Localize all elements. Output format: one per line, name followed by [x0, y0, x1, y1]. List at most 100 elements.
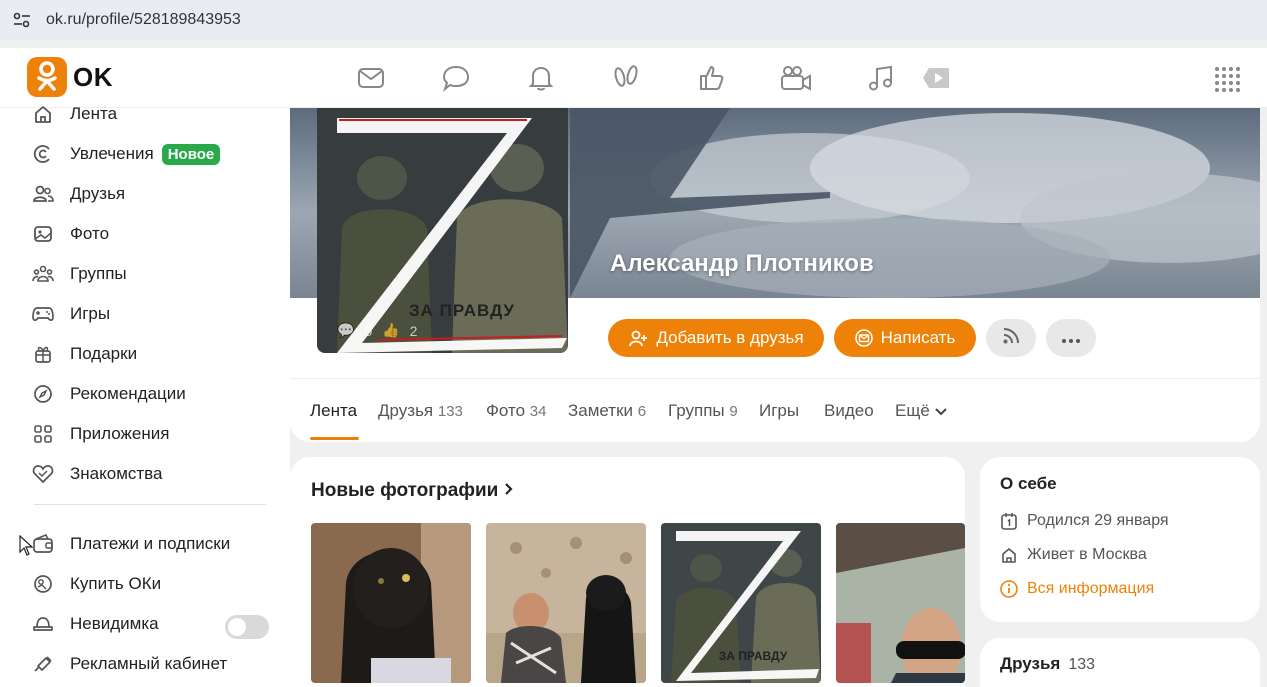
- write-message-button[interactable]: Написать: [834, 319, 976, 357]
- all-info-link[interactable]: Вся информация: [1000, 580, 1154, 598]
- photo-thumbnail[interactable]: [836, 523, 965, 683]
- apps-icon: [32, 423, 54, 445]
- subscribe-button[interactable]: [986, 319, 1036, 357]
- apps-grid-icon[interactable]: [1215, 67, 1240, 92]
- sidebar-divider: [34, 504, 266, 505]
- tab-feed[interactable]: Лента: [310, 401, 357, 421]
- tab-more[interactable]: Ещё: [895, 401, 947, 421]
- sidebar-item-label: Фото: [70, 224, 110, 243]
- sidebar-item-label: Невидимка: [70, 614, 159, 633]
- sidebar-item-feed[interactable]: Лента: [32, 102, 117, 126]
- guests-icon[interactable]: [605, 62, 647, 94]
- rss-icon: [1002, 327, 1020, 350]
- invisible-toggle[interactable]: [225, 615, 269, 639]
- sidebar-item-gifts[interactable]: Подарки: [32, 342, 137, 366]
- profile-avatar[interactable]: ЗА ПРАВДУ 💬 0 👍 2: [317, 108, 568, 353]
- top-header: OK: [0, 48, 1267, 108]
- sidebar-item-payments[interactable]: Платежи и подписки: [32, 532, 230, 556]
- sidebar-item-label: Друзья: [70, 184, 126, 203]
- sidebar-item-label: Рекламный кабинет: [70, 654, 228, 673]
- chevron-down-icon: [934, 401, 947, 420]
- more-actions-button[interactable]: [1046, 319, 1096, 357]
- photo-icon: [32, 223, 54, 245]
- chevron-right-icon: [504, 480, 514, 501]
- tab-groups[interactable]: Группы 9: [668, 401, 738, 421]
- video-call-icon[interactable]: [775, 62, 817, 94]
- new-photos-title[interactable]: Новые фотографии: [311, 480, 514, 502]
- tab-notes[interactable]: Заметки 6: [568, 401, 646, 421]
- left-sidebar: Лента Увлечения Новое Друзья Фото Группы…: [0, 104, 290, 687]
- photo-thumbnail[interactable]: ЗА ПРАВДУ: [661, 523, 821, 683]
- gift-icon: [32, 343, 54, 365]
- sidebar-item-photos[interactable]: Фото: [32, 222, 109, 246]
- add-friend-label: Добавить в друзья: [656, 328, 804, 347]
- friends-count: 133: [1068, 656, 1096, 673]
- active-tab-indicator: [310, 437, 359, 440]
- ok-logo-icon: [27, 57, 67, 97]
- sidebar-item-label: Знакомства: [70, 464, 163, 483]
- sidebar-item-apps[interactable]: Приложения: [32, 422, 169, 446]
- friends-title[interactable]: Друзья 133: [1000, 654, 1095, 674]
- sidebar-item-label: Рекомендации: [70, 384, 186, 403]
- all-info-label: Вся информация: [1027, 580, 1155, 597]
- friends-icon: [32, 183, 54, 205]
- birthday-row: Родился 29 января: [1000, 512, 1169, 530]
- sidebar-item-label: Подарки: [70, 344, 138, 363]
- logo-text: OK: [73, 61, 113, 92]
- mouse-cursor-icon: [19, 534, 35, 562]
- groups-icon: [32, 263, 54, 285]
- compass-icon: [32, 383, 54, 405]
- sidebar-item-label: Группы: [70, 264, 127, 283]
- comment-icon[interactable]: 💬: [337, 322, 354, 339]
- home-icon: [32, 103, 54, 125]
- photo-thumbnail[interactable]: [486, 523, 646, 683]
- site-settings-icon[interactable]: [12, 10, 32, 30]
- new-photos-card: Новые фотографии ЗА ПРАВДУ: [290, 457, 965, 687]
- sidebar-item-groups[interactable]: Группы: [32, 262, 127, 286]
- profile-tabs: Лента Друзья 133 Фото 34 Заметки 6 Групп…: [290, 378, 1260, 440]
- sidebar-item-label: Увлечения: [70, 144, 154, 163]
- discussions-icon[interactable]: [435, 62, 477, 94]
- write-label: Написать: [880, 328, 956, 347]
- likes-icon[interactable]: [690, 62, 732, 94]
- tab-photos[interactable]: Фото 34: [486, 401, 546, 421]
- photo-caption: ЗА ПРАВДУ: [719, 649, 788, 663]
- tab-games[interactable]: Игры: [759, 401, 799, 421]
- dating-icon: [32, 463, 54, 485]
- hobby-icon: [32, 143, 54, 165]
- sidebar-item-dating[interactable]: Знакомства: [32, 462, 162, 486]
- add-user-icon: [628, 329, 648, 347]
- messages-icon[interactable]: [350, 62, 392, 94]
- about-card: О себе Родился 29 января Живет в Москва …: [980, 457, 1260, 622]
- sidebar-item-friends[interactable]: Друзья: [32, 182, 125, 206]
- sidebar-item-label: Лента: [70, 104, 118, 123]
- music-icon[interactable]: [860, 62, 902, 94]
- video-icon[interactable]: [915, 62, 957, 94]
- home-icon: [1000, 546, 1018, 564]
- sidebar-item-games[interactable]: Игры: [32, 302, 110, 326]
- like-icon[interactable]: 👍: [382, 322, 399, 339]
- url-text[interactable]: ok.ru/profile/528189843953: [46, 11, 241, 29]
- ok-logo[interactable]: OK: [27, 57, 113, 97]
- sidebar-item-label: Приложения: [70, 424, 170, 443]
- sidebar-item-ads-cabinet[interactable]: Рекламный кабинет: [32, 652, 227, 676]
- tab-video[interactable]: Видео: [824, 401, 874, 421]
- top-nav: [350, 62, 1000, 94]
- wallet-icon: [32, 533, 54, 555]
- sidebar-item-invisible[interactable]: Невидимка: [32, 612, 159, 636]
- sidebar-item-label: Платежи и подписки: [70, 534, 231, 553]
- sidebar-item-hobbies[interactable]: Увлечения Новое: [32, 142, 221, 166]
- profile-name: Александр Плотников: [610, 250, 874, 277]
- browser-address-bar[interactable]: ok.ru/profile/528189843953: [0, 0, 1267, 40]
- add-friend-button[interactable]: Добавить в друзья: [608, 319, 824, 357]
- photo-thumbnail[interactable]: [311, 523, 471, 683]
- ads-icon: [32, 653, 54, 675]
- sidebar-item-buy-oks[interactable]: Купить ОКи: [32, 572, 161, 596]
- mail-icon: [854, 329, 873, 347]
- more-dots-icon: [1062, 328, 1080, 348]
- friends-card: Друзья 133: [980, 638, 1260, 687]
- tab-friends[interactable]: Друзья 133: [378, 401, 463, 421]
- sidebar-item-recommendations[interactable]: Рекомендации: [32, 382, 186, 406]
- avatar-caption: ЗА ПРАВДУ: [409, 301, 515, 320]
- notifications-icon[interactable]: [520, 62, 562, 94]
